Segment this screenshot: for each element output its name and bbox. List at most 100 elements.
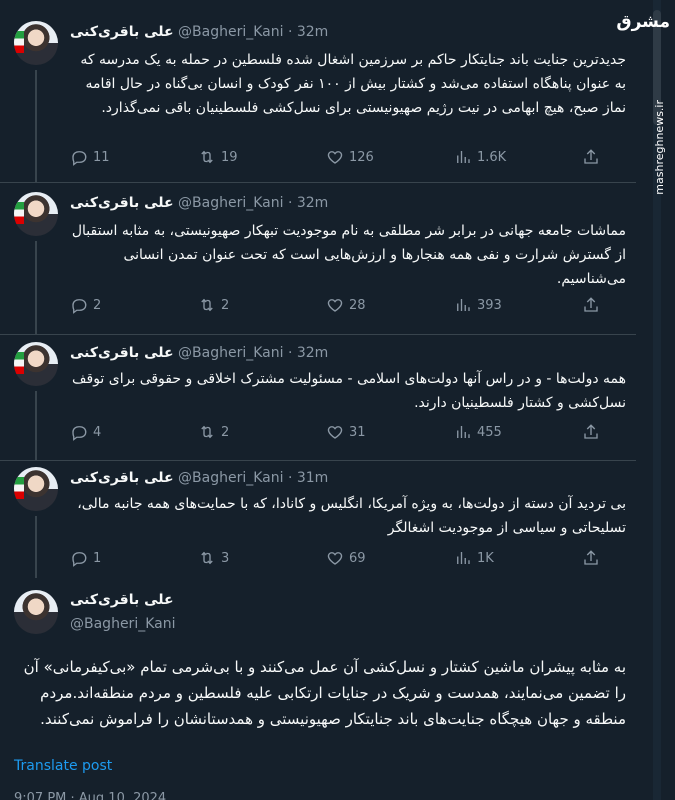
flag-icon [14, 31, 24, 53]
views-button[interactable]: 455 [454, 423, 582, 441]
repost-icon [201, 298, 213, 312]
avatar[interactable] [14, 192, 58, 236]
author-name[interactable]: علی باقری‌کنی [70, 24, 174, 40]
separator: · [287, 470, 293, 486]
reply-icon [72, 151, 87, 166]
repost-count: 3 [221, 550, 230, 566]
tweet-text: جدیدترین جنایت باند جنایتکار حاکم بر سرز… [80, 52, 626, 116]
action-bar: 4 2 31 455 [70, 420, 626, 444]
author-handle[interactable]: @Bagheri_Kani [70, 616, 175, 632]
separator: · [287, 24, 293, 40]
author-handle[interactable]: @Bagheri_Kani [178, 470, 283, 486]
action-bar: 1 3 69 1K [70, 546, 626, 570]
tweet-text: مماشات جامعه جهانی در برابر شر مطلقی به … [71, 223, 626, 287]
tweet-thread: علی باقری‌کنی @Bagheri_Kani · 32m جدیدتر… [0, 0, 636, 800]
views-icon [457, 426, 470, 438]
reply-button[interactable]: 1 [70, 549, 198, 567]
like-count: 69 [349, 550, 366, 566]
post-timestamp: 9:07 PM · Aug 10, 2024 [14, 791, 167, 800]
watermark-site: mashreghnews.ir [653, 100, 666, 195]
post-time[interactable]: 31m [297, 470, 328, 486]
tweet[interactable]: علی باقری‌کنی @Bagheri_Kani · 32m همه دو… [0, 335, 636, 461]
view-count: 455 [477, 424, 502, 440]
reply-button[interactable]: 11 [70, 148, 198, 166]
like-count: 31 [349, 424, 366, 440]
share-button[interactable] [582, 296, 600, 314]
share-icon [584, 550, 598, 565]
flag-icon [14, 352, 24, 374]
repost-button[interactable]: 19 [198, 148, 326, 166]
post-time[interactable]: 32m [297, 345, 328, 361]
like-button[interactable]: 31 [326, 423, 454, 441]
avatar[interactable] [14, 467, 58, 511]
heart-icon [327, 426, 343, 439]
repost-icon [201, 551, 213, 565]
reply-icon [72, 552, 87, 567]
author-name[interactable]: علی باقری‌کنی [70, 592, 174, 608]
tweet-text: بی تردید آن دسته از دولت‌ها، به ویژه آمر… [77, 496, 626, 536]
views-icon [457, 552, 470, 564]
avatar[interactable] [14, 590, 58, 634]
like-count: 28 [349, 297, 366, 313]
main-tweet-text: به مثابه پیشران ماشین کشتار و نسل‌کشی آن… [23, 658, 626, 728]
reply-button[interactable]: 4 [70, 423, 198, 441]
share-icon [584, 424, 598, 439]
reply-count: 1 [93, 550, 102, 566]
separator: · [287, 195, 293, 211]
share-button[interactable] [582, 549, 600, 567]
like-button[interactable]: 69 [326, 549, 454, 567]
author-name[interactable]: علی باقری‌کنی [70, 345, 174, 361]
tweet[interactable]: علی باقری‌کنی @Bagheri_Kani · 32m مماشات… [0, 183, 636, 335]
tweet-text: همه دولت‌ها - و در راس آنها دولت‌های اسل… [72, 371, 626, 411]
separator: · [287, 345, 293, 361]
repost-count: 2 [221, 297, 230, 313]
repost-count: 19 [221, 149, 238, 165]
repost-button[interactable]: 3 [198, 549, 326, 567]
views-icon [457, 151, 470, 163]
share-button[interactable] [582, 148, 600, 166]
thread-connector [35, 241, 37, 334]
view-count: 393 [477, 297, 502, 313]
reply-icon [72, 426, 87, 441]
author-name[interactable]: علی باقری‌کنی [70, 470, 174, 486]
mashregh-logo: مشرق [616, 12, 670, 32]
tweet[interactable]: علی باقری‌کنی @Bagheri_Kani · 31m بی ترد… [0, 461, 636, 578]
view-count: 1K [477, 550, 494, 566]
heart-icon [327, 552, 343, 565]
share-icon [584, 297, 598, 312]
author-handle[interactable]: @Bagheri_Kani [178, 345, 283, 361]
reply-count: 2 [93, 297, 102, 313]
view-count: 1.6K [477, 149, 507, 165]
author-handle[interactable]: @Bagheri_Kani [178, 24, 283, 40]
reply-count: 11 [93, 149, 110, 165]
author-handle[interactable]: @Bagheri_Kani [178, 195, 283, 211]
action-bar: 2 2 28 393 [70, 293, 626, 317]
thread-connector [35, 391, 37, 460]
tweet-header: علی باقری‌کنی @Bagheri_Kani · 31m [70, 470, 328, 490]
repost-button[interactable]: 2 [198, 423, 326, 441]
reply-button[interactable]: 2 [70, 296, 198, 314]
avatar[interactable] [14, 342, 58, 386]
like-count: 126 [349, 149, 374, 165]
views-button[interactable]: 1K [454, 549, 582, 567]
repost-button[interactable]: 2 [198, 296, 326, 314]
flag-icon [14, 202, 24, 224]
translate-post-link[interactable]: Translate post [14, 758, 112, 774]
reply-count: 4 [93, 424, 102, 440]
views-icon [457, 299, 470, 311]
action-bar: 11 19 126 1.6K [70, 145, 626, 169]
views-button[interactable]: 1.6K [454, 148, 582, 166]
author-name[interactable]: علی باقری‌کنی [70, 195, 174, 211]
repost-icon [201, 425, 213, 439]
share-button[interactable] [582, 423, 600, 441]
post-time[interactable]: 32m [297, 24, 328, 40]
watermark: مشرق mashreghnews.ir [616, 0, 674, 800]
views-button[interactable]: 393 [454, 296, 582, 314]
share-icon [584, 149, 598, 164]
like-button[interactable]: 126 [326, 148, 454, 166]
avatar[interactable] [14, 21, 58, 65]
post-time[interactable]: 32m [297, 195, 328, 211]
tweet[interactable]: علی باقری‌کنی @Bagheri_Kani · 32m جدیدتر… [0, 0, 636, 183]
like-button[interactable]: 28 [326, 296, 454, 314]
flag-icon [14, 477, 24, 499]
